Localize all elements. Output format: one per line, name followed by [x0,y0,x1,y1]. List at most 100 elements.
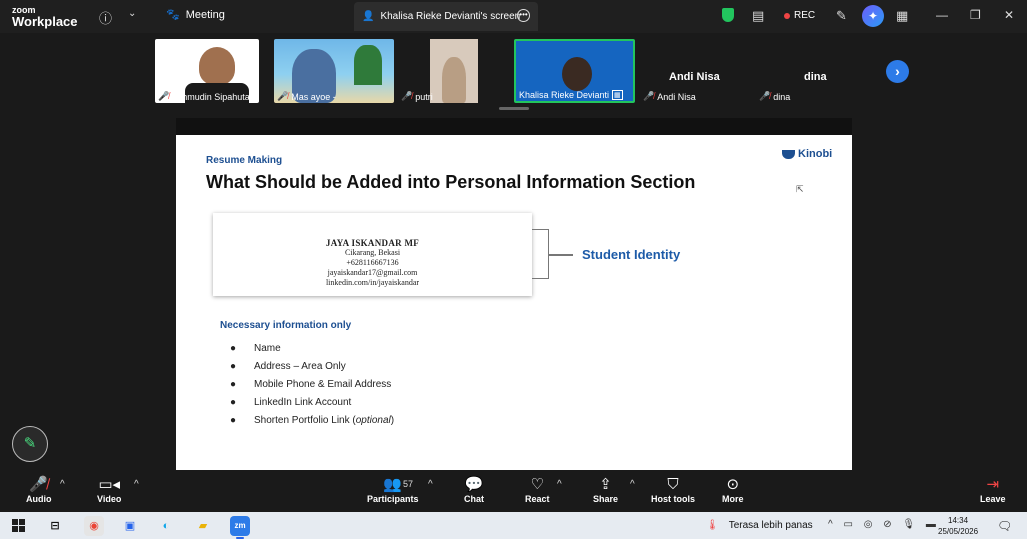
shield-icon[interactable] [722,8,734,22]
share-button[interactable]: ⇪ Share [593,475,618,504]
audio-button[interactable]: 🎤̸ Audio [26,475,52,504]
meeting-button[interactable]: 🐾 Meeting [166,8,225,22]
mic-off-icon: 🎤̸ [158,91,170,101]
participant-name: Khalisa Rieke Devianti ▦ [519,90,623,100]
notification-icon[interactable]: 🗨 [997,519,1012,533]
optional-text: optional [355,414,391,426]
slide-subtitle: Resume Making [206,155,283,166]
bullet-icon: ● [230,396,237,408]
participant-figure [442,57,466,103]
chrome-icon[interactable]: ◉ [84,516,104,536]
shared-screen: Resume Making What Should be Added into … [176,118,852,470]
participants-label: Participants [367,494,419,504]
react-button[interactable]: ♡ React [525,475,550,504]
more-button[interactable]: ⊙ More [722,475,744,504]
annotate-pencil-button[interactable]: ✎ [12,426,48,462]
host-tools-button[interactable]: ⛉ Host tools [651,475,695,504]
palm-tree-background [354,45,382,85]
system-tray[interactable]: ^ ▭ ◎ ⊘ 🎙 ▬ [828,519,940,530]
video-camera-icon: ▭◂ [98,476,121,493]
chevron-down-icon[interactable]: ⌄ [128,8,136,19]
video-label: Video [97,494,122,504]
restore-icon[interactable]: ❐ [970,8,981,22]
participant-strip: 🎤̸ Lahmudin Sipahutar . 🎤̸ Mas ayoe - 🎤̸ pu… [0,33,1027,105]
more-options-icon[interactable]: ••• [517,9,530,22]
zoom-logo: zoom Workplace [12,5,78,29]
participant-tile[interactable]: 🎤̸ putri [398,39,510,103]
file-explorer-icon[interactable]: ▰ [193,516,213,536]
video-options-caret[interactable]: ^ [134,479,139,490]
participant-name: 🎤̸ dina [759,91,791,102]
list-item: ● LinkedIn Link Account [230,396,352,408]
taskbar-clock[interactable]: 14:34 25/05/2026 [938,515,978,537]
participant-tile[interactable]: dina 🎤̸ dina [756,39,876,103]
connector-line [549,254,573,256]
notes-icon[interactable]: ▤ [752,8,764,24]
resume-line: jayaiskandar17@gmail.com [327,268,418,277]
react-options-caret[interactable]: ^ [557,479,562,490]
participants-options-caret[interactable]: ^ [428,479,433,490]
participant-tile[interactable]: Andi Nisa 🎤̸ Andi Nisa [640,39,755,103]
edge-icon[interactable]: ◐ [156,516,176,536]
mic-off-icon: 🎤̸ [29,476,49,493]
section-heading: Necessary information only [220,320,352,331]
participant-tile[interactable]: 🎤̸ Mas ayoe - [274,39,394,103]
video-button[interactable]: ▭◂ Video [97,475,121,504]
chat-icon: 💬 [464,476,484,493]
audio-label: Audio [26,494,52,504]
participant-name: 🎤̸ putri [401,91,433,102]
more-icon: ⊙ [726,476,740,493]
screen-share-icon: ▦ [612,90,623,100]
list-item: ● Address – Area Only [230,360,346,372]
recording-indicator[interactable]: REC [784,10,815,21]
react-label: React [525,494,550,504]
bullet-icon: ● [230,378,237,390]
resize-handle[interactable] [499,107,529,110]
task-view-icon[interactable]: ⊟ [45,516,65,536]
windows-start-icon[interactable] [12,519,25,532]
participant-video [430,39,478,103]
clock-time: 14:34 [948,516,969,525]
participant-video [562,57,592,91]
ai-companion-icon[interactable]: ✦ [862,5,884,27]
windows-taskbar: ⊟ ◉ ▣ ◐ ▰ zm 🌡 Terasa lebih panas ^ ▭ ◎ … [0,512,1027,539]
minimize-icon[interactable]: — [936,8,948,22]
meeting-label: Meeting [185,8,225,21]
weather-widget[interactable]: 🌡 Terasa lebih panas [706,520,813,531]
participant-name: 🎤̸ Andi Nisa [643,91,696,102]
list-item: ● Name [230,342,281,354]
bullet-icon: ● [230,360,237,372]
info-icon[interactable]: ⓘ [99,8,112,27]
participant-video [199,47,235,85]
zoom-taskbar-icon[interactable]: zm [230,516,250,539]
chat-label: Chat [464,494,484,504]
store-icon[interactable]: ▣ [120,516,140,536]
kinobi-brand: Kinobi [798,148,833,160]
close-icon[interactable]: ✕ [1004,8,1014,22]
leave-button[interactable]: ⇥ Leave [980,475,1006,504]
share-screen-icon: ⇪ [599,476,612,493]
heart-icon: ♡ [530,476,544,493]
annotate-icon[interactable]: ✎ [836,8,847,24]
kinobi-logo-icon [782,149,795,159]
chat-button[interactable]: 💬 Chat [464,475,484,504]
screen-tab-label: Khalisa Rieke Devianti's screen [380,11,521,22]
tab-shared-screen[interactable]: 👤 Khalisa Rieke Devianti's screen ••• [354,2,538,31]
shared-screen-topbar [176,118,852,135]
apps-icon[interactable]: ▦ [896,8,908,24]
resume-line: +628116667136 [346,258,399,267]
list-item: ● Mobile Phone & Email Address [230,378,392,390]
participant-tile[interactable]: 🎤̸ Lahmudin Sipahutar . [155,39,259,103]
meeting-toolbar: 🎤̸ Audio ^ ▭◂ Video ^ 👥 Participants 57 … [0,470,1027,512]
mic-off-icon: 🎤̸ [401,91,413,101]
next-page-button[interactable]: › [886,60,909,83]
participant-tile-active-speaker[interactable]: Khalisa Rieke Devianti ▦ [514,39,635,103]
bracket-connector [532,229,549,279]
bullet-icon: ● [230,414,237,426]
share-options-caret[interactable]: ^ [630,479,635,490]
host-tools-label: Host tools [651,494,695,504]
pencil-icon: ✎ [23,435,37,452]
logo-line2: Workplace [12,14,78,29]
slide-title: What Should be Added into Personal Infor… [206,172,696,192]
audio-options-caret[interactable]: ^ [60,479,65,490]
